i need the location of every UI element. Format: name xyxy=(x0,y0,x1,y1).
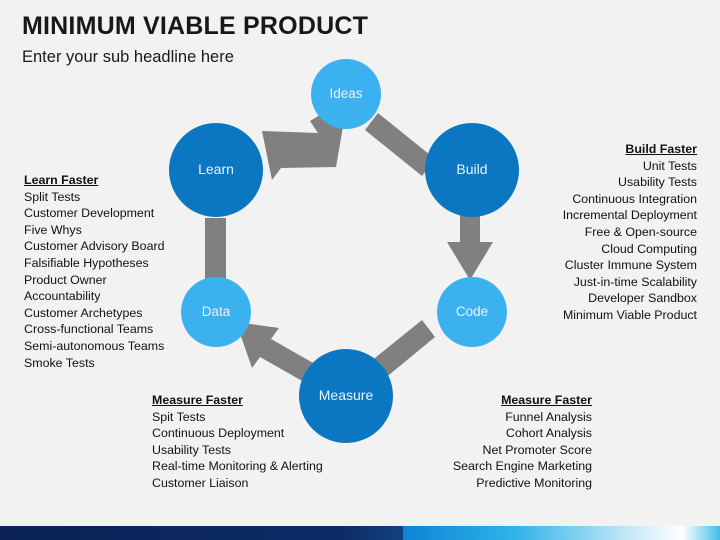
learn-faster-item: Customer Development xyxy=(24,206,155,221)
learn-faster-item: Product Owner xyxy=(24,272,107,287)
measure-faster-right-item: Search Engine Marketing xyxy=(452,459,592,474)
learn-faster-item: Accountability xyxy=(24,289,101,304)
measure-faster-right-item: Cohort Analysis xyxy=(505,426,592,441)
connector-build-to-code xyxy=(447,215,493,280)
build-faster-item: Developer Sandbox xyxy=(588,291,697,306)
learn-faster-item: Five Whys xyxy=(24,222,82,237)
learn-faster-item: Split Tests xyxy=(24,189,81,204)
measure-faster-left-item: Customer Liaison xyxy=(152,475,249,490)
footer-accent-bar xyxy=(0,526,720,540)
build-faster-item: Continuous Integration xyxy=(572,191,697,206)
measure-faster-left-item: Spit Tests xyxy=(152,409,206,424)
learn-faster-block: Learn Faster Split Tests Customer Develo… xyxy=(24,172,214,371)
cycle-node-code-label: Code xyxy=(455,303,489,319)
measure-faster-right-item: Funnel Analysis xyxy=(505,409,592,424)
cycle-node-ideas[interactable]: Ideas xyxy=(311,59,381,129)
build-faster-item: Minimum Viable Product xyxy=(562,307,697,322)
build-faster-item: Just-in-time Scalability xyxy=(573,274,697,289)
cycle-node-code[interactable]: Code xyxy=(437,277,507,347)
footer-accent-navy xyxy=(0,526,404,540)
learn-faster-item: Falsifiable Hypotheses xyxy=(24,255,149,270)
build-faster-item: Cloud Computing xyxy=(601,241,697,256)
learn-faster-item: Smoke Tests xyxy=(24,355,95,370)
build-faster-item: Free & Open-source xyxy=(584,224,697,239)
build-faster-item: Unit Tests xyxy=(642,158,697,173)
page-title: MINIMUM VIABLE PRODUCT xyxy=(22,12,369,40)
build-faster-block: Build Faster Unit Tests Usability Tests … xyxy=(525,141,697,324)
learn-faster-item: Cross-functional Teams xyxy=(24,322,154,337)
build-faster-heading: Build Faster xyxy=(625,142,697,156)
measure-faster-left-block: Measure Faster Spit Tests Continuous Dep… xyxy=(152,392,332,492)
measure-faster-left-item: Usability Tests xyxy=(152,442,231,457)
build-faster-item: Incremental Deployment xyxy=(562,208,697,223)
measure-faster-left-item: Real-time Monitoring & Alerting xyxy=(152,459,323,474)
measure-faster-left-item: Continuous Deployment xyxy=(152,426,285,441)
learn-faster-item: Semi-autonomous Teams xyxy=(24,338,165,353)
learn-faster-item: Customer Advisory Board xyxy=(24,239,165,254)
measure-faster-left-heading: Measure Faster xyxy=(152,393,243,407)
footer-accent-blue xyxy=(403,526,720,540)
measure-faster-right-block: Measure Faster Funnel Analysis Cohort An… xyxy=(430,392,592,492)
measure-faster-right-item: Predictive Monitoring xyxy=(476,475,592,490)
build-faster-item: Cluster Immune System xyxy=(564,258,697,273)
measure-faster-right-heading: Measure Faster xyxy=(501,393,592,407)
measure-faster-right-item: Net Promoter Score xyxy=(482,442,593,457)
cycle-node-build-label: Build xyxy=(456,161,488,178)
slide-canvas: MINIMUM VIABLE PRODUCT Enter your sub he… xyxy=(0,0,720,540)
learn-faster-heading: Learn Faster xyxy=(24,173,99,187)
learn-faster-item: Customer Archetypes xyxy=(24,305,143,320)
cycle-node-ideas-label: Ideas xyxy=(329,85,363,101)
cycle-node-build[interactable]: Build xyxy=(425,123,519,217)
build-faster-item: Usability Tests xyxy=(618,175,697,190)
